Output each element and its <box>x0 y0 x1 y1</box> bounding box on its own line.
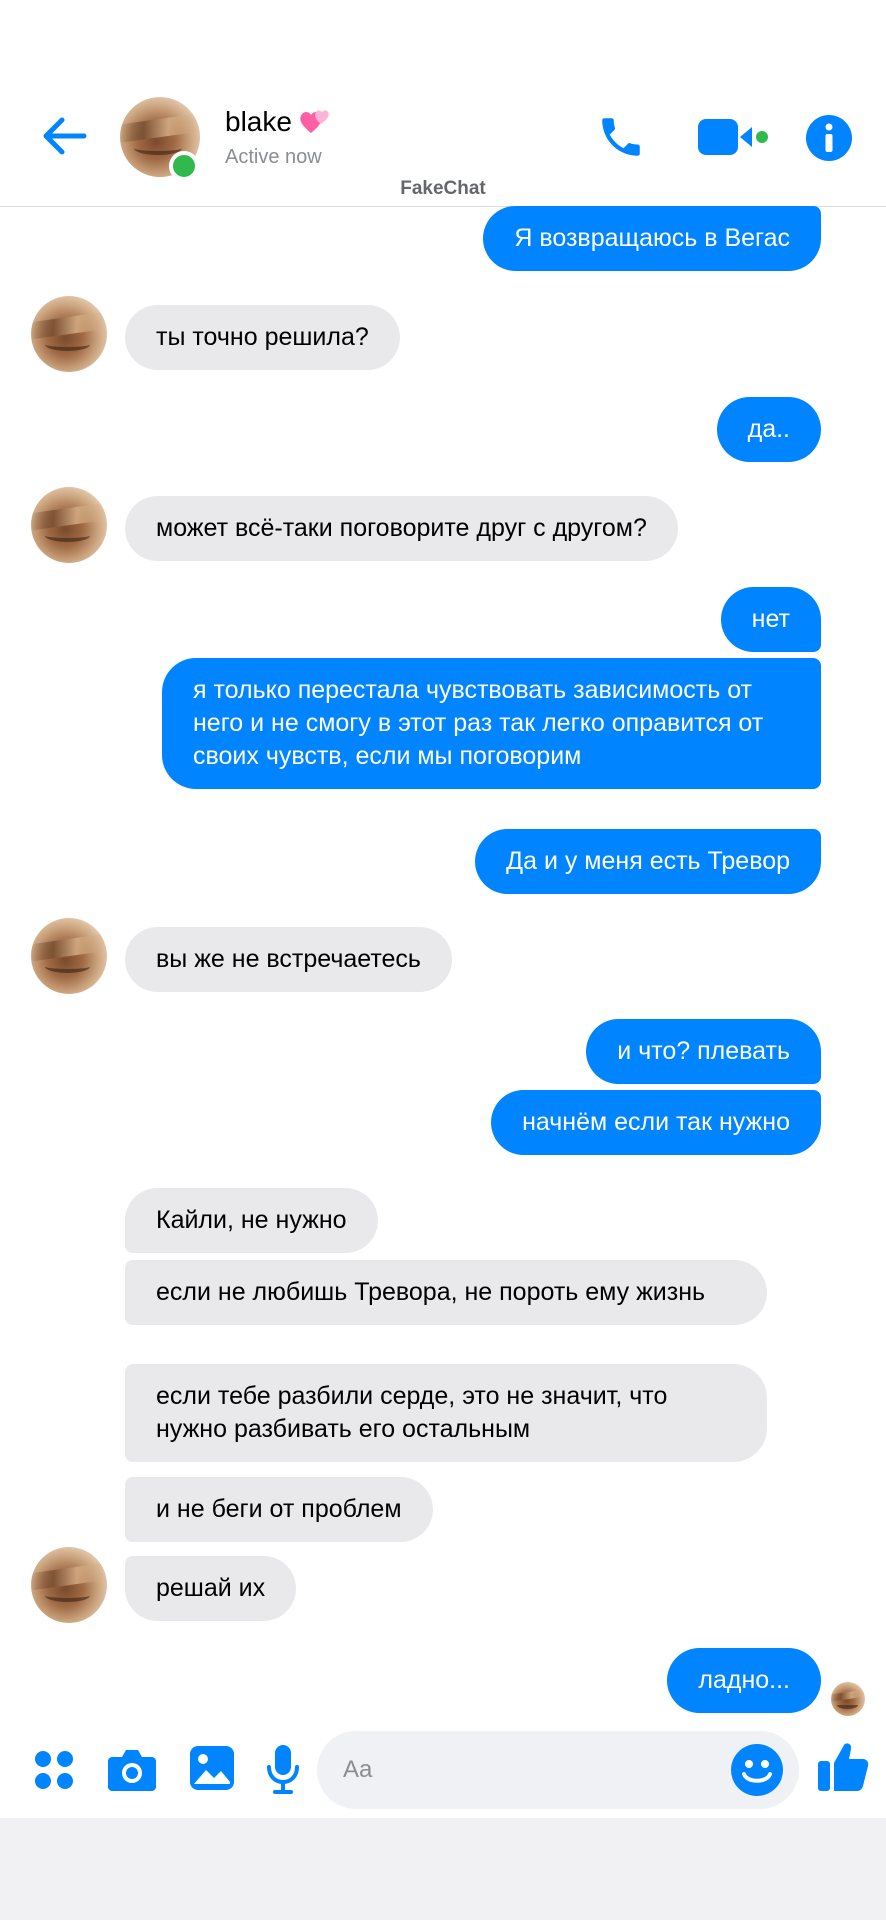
contact-avatar[interactable] <box>31 296 107 372</box>
message-outgoing[interactable]: и что? плевать <box>586 1019 821 1084</box>
video-camera-icon[interactable] <box>696 115 768 159</box>
message-incoming[interactable]: если не любишь Тревора, не пороть ему жи… <box>125 1260 767 1325</box>
back-arrow-icon[interactable] <box>40 110 92 162</box>
message-incoming[interactable]: вы же не встречаетесь <box>125 927 452 992</box>
chat-header <box>0 0 886 207</box>
contact-avatar[interactable] <box>31 487 107 563</box>
camera-icon[interactable] <box>106 1745 158 1793</box>
active-status: Active now <box>225 146 322 168</box>
message-incoming[interactable]: Кайли, не нужно <box>125 1188 378 1253</box>
contact-name[interactable]: blake <box>225 106 292 138</box>
message-outgoing[interactable]: нет <box>720 587 821 652</box>
message-outgoing[interactable]: начнём если так нужно <box>491 1090 821 1155</box>
read-receipt-avatar <box>831 1682 865 1716</box>
message-outgoing[interactable]: Да и у меня есть Тревор <box>475 829 821 894</box>
online-indicator <box>169 151 199 181</box>
info-icon[interactable] <box>805 114 853 162</box>
system-navigation-area <box>0 1818 886 1920</box>
phone-icon[interactable] <box>596 112 646 162</box>
emoji-icon[interactable] <box>730 1743 784 1797</box>
message-incoming[interactable]: может всё-таки поговорите друг с другом? <box>125 496 678 561</box>
hearts-emoji-icon <box>300 110 329 133</box>
message-incoming[interactable]: ты точно решила? <box>125 305 400 370</box>
message-incoming[interactable]: и не беги от проблем <box>125 1477 433 1542</box>
contact-avatar[interactable] <box>31 918 107 994</box>
brand-label: FakeChat <box>400 178 486 199</box>
thumbs-up-icon[interactable] <box>816 1739 870 1793</box>
image-icon[interactable] <box>188 1744 236 1792</box>
message-incoming[interactable]: решай их <box>125 1556 297 1621</box>
apps-grid-icon[interactable] <box>32 1748 76 1792</box>
microphone-icon[interactable] <box>266 1743 300 1795</box>
message-outgoing[interactable]: ладно... <box>667 1648 821 1713</box>
message-input-placeholder: Aa <box>343 1756 373 1783</box>
contact-avatar[interactable] <box>31 1547 107 1623</box>
message-incoming[interactable]: если тебе разбили серде, это не значит, … <box>125 1364 767 1462</box>
message-input[interactable] <box>317 1731 799 1809</box>
message-outgoing[interactable]: да.. <box>716 397 821 462</box>
message-outgoing[interactable]: Я возвращаюсь в Вегас <box>483 206 821 271</box>
message-outgoing[interactable]: я только перестала чувствовать зависимос… <box>162 658 821 789</box>
